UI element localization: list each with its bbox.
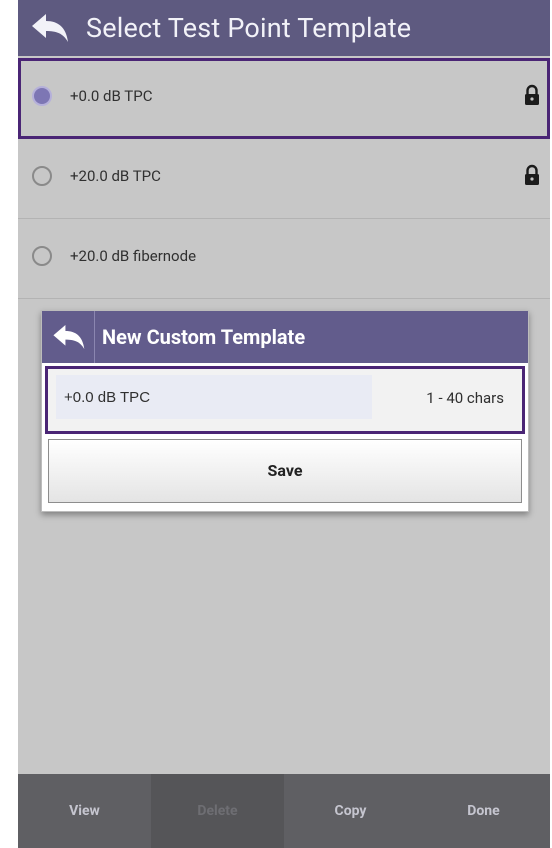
view-button[interactable]: View bbox=[18, 774, 151, 848]
radio-unselected-icon[interactable] bbox=[32, 166, 52, 186]
lock-icon bbox=[525, 84, 539, 105]
bottom-toolbar: View Delete Copy Done bbox=[18, 774, 550, 848]
divider bbox=[94, 311, 95, 363]
name-field-row: 1 - 40 chars bbox=[45, 366, 525, 434]
dialog-header: New Custom Template bbox=[42, 311, 528, 363]
template-row-2[interactable]: +20.0 dB TPC bbox=[18, 138, 550, 219]
copy-button[interactable]: Copy bbox=[284, 774, 417, 848]
template-row-3[interactable]: +20.0 dB fibernode bbox=[18, 218, 550, 299]
template-label: +20.0 dB fibernode bbox=[70, 247, 197, 265]
lock-icon bbox=[525, 164, 539, 185]
radio-unselected-icon[interactable] bbox=[32, 246, 52, 266]
done-button[interactable]: Done bbox=[417, 774, 550, 848]
template-label: +0.0 dB TPC bbox=[70, 87, 153, 105]
template-name-input[interactable] bbox=[56, 375, 372, 419]
back-arrow-icon[interactable] bbox=[50, 321, 86, 353]
save-button[interactable]: Save bbox=[48, 439, 522, 503]
screen: Select Test Point Template +0.0 dB TPC +… bbox=[18, 0, 550, 848]
app-frame: Select Test Point Template +0.0 dB TPC +… bbox=[0, 0, 552, 848]
page-title: Select Test Point Template bbox=[86, 12, 412, 44]
template-label: +20.0 dB TPC bbox=[70, 167, 161, 185]
dialog-title: New Custom Template bbox=[102, 325, 306, 349]
header-bar: Select Test Point Template bbox=[18, 0, 550, 56]
radio-selected-icon[interactable] bbox=[32, 86, 52, 106]
char-limit-hint: 1 - 40 chars bbox=[426, 389, 504, 407]
delete-button[interactable]: Delete bbox=[151, 774, 284, 848]
new-template-dialog: New Custom Template 1 - 40 chars Save bbox=[41, 310, 529, 512]
back-arrow-icon[interactable] bbox=[28, 10, 70, 46]
template-row-1[interactable]: +0.0 dB TPC bbox=[18, 58, 550, 139]
